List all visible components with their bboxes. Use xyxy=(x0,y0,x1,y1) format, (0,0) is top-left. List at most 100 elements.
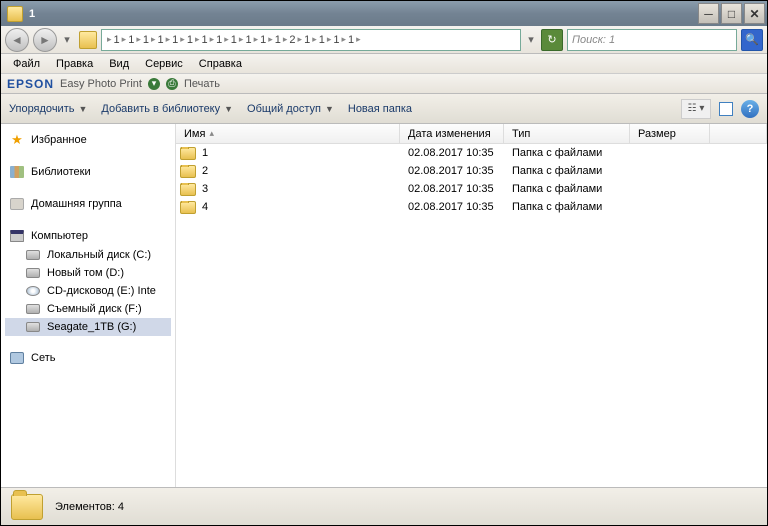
chevron-down-icon: ▼ xyxy=(325,104,334,114)
chevron-right-icon[interactable]: ▸ xyxy=(180,34,185,45)
sidebar-drive[interactable]: Локальный диск (C:) xyxy=(5,246,171,264)
chevron-right-icon[interactable]: ▸ xyxy=(122,34,127,45)
chevron-right-icon[interactable]: ▸ xyxy=(268,34,273,45)
print-icon[interactable]: ⎙ xyxy=(166,78,178,90)
favorites-label: Избранное xyxy=(31,134,87,146)
breadcrumb-segment[interactable]: 1 xyxy=(201,34,207,46)
library-label: Добавить в библиотеку xyxy=(101,103,220,115)
breadcrumb-segment[interactable]: 1 xyxy=(260,34,266,46)
column-date[interactable]: Дата изменения xyxy=(400,124,504,143)
content-pane: Имя ▴ Дата изменения Тип Размер 102.08.2… xyxy=(176,124,767,487)
forward-button[interactable]: ► xyxy=(33,28,57,52)
sidebar-drive[interactable]: Съемный диск (F:) xyxy=(5,300,171,318)
chevron-right-icon[interactable]: ▸ xyxy=(210,34,215,45)
file-row[interactable]: 402.08.2017 10:35Папка с файлами xyxy=(176,198,767,216)
share-button[interactable]: Общий доступ ▼ xyxy=(247,103,334,115)
sidebar-network[interactable]: Сеть xyxy=(5,348,171,368)
chevron-right-icon[interactable]: ▸ xyxy=(327,34,332,45)
chevron-right-icon[interactable]: ▸ xyxy=(151,34,156,45)
search-button[interactable]: 🔍 xyxy=(741,29,763,51)
address-dropdown[interactable]: ▾ xyxy=(525,28,537,52)
epson-app-label: Easy Photo Print xyxy=(60,78,142,90)
breadcrumb-segment[interactable]: 1 xyxy=(158,34,164,46)
history-dropdown[interactable]: ▾ xyxy=(61,28,73,52)
menu-файл[interactable]: Файл xyxy=(5,56,48,72)
minimize-button[interactable]: ─ xyxy=(698,3,719,24)
file-name: 3 xyxy=(202,183,208,195)
chevron-right-icon[interactable]: ▸ xyxy=(166,34,171,45)
maximize-button[interactable]: □ xyxy=(721,3,742,24)
menu-вид[interactable]: Вид xyxy=(101,56,137,72)
breadcrumb-segment[interactable]: 1 xyxy=(128,34,134,46)
network-icon xyxy=(9,351,25,365)
add-to-library-button[interactable]: Добавить в библиотеку ▼ xyxy=(101,103,233,115)
breadcrumb-segment[interactable]: 1 xyxy=(275,34,281,46)
refresh-button[interactable]: ↻ xyxy=(541,29,563,51)
column-size[interactable]: Размер xyxy=(630,124,710,143)
file-row[interactable]: 102.08.2017 10:35Папка с файлами xyxy=(176,144,767,162)
col-size-label: Размер xyxy=(638,128,676,140)
close-button[interactable]: ✕ xyxy=(744,3,765,24)
chevron-right-icon[interactable]: ▸ xyxy=(224,34,229,45)
breadcrumb-segment[interactable]: 1 xyxy=(333,34,339,46)
breadcrumb-segment[interactable]: 1 xyxy=(231,34,237,46)
column-headers: Имя ▴ Дата изменения Тип Размер xyxy=(176,124,767,144)
sidebar-libraries[interactable]: Библиотеки xyxy=(5,162,171,182)
breadcrumb-segment[interactable]: 1 xyxy=(245,34,251,46)
libraries-icon xyxy=(9,165,25,179)
chevron-right-icon[interactable]: ▸ xyxy=(239,34,244,45)
chevron-right-icon[interactable]: ▸ xyxy=(107,34,112,45)
chevron-right-icon[interactable]: ▸ xyxy=(298,34,303,45)
menu-правка[interactable]: Правка xyxy=(48,56,101,72)
file-date: 02.08.2017 10:35 xyxy=(400,201,504,213)
chevron-right-icon[interactable]: ▸ xyxy=(356,34,361,45)
file-row[interactable]: 302.08.2017 10:35Папка с файлами xyxy=(176,180,767,198)
epson-dropdown-icon[interactable]: ▾ xyxy=(148,78,160,90)
view-mode-button[interactable]: ☷ ▾ xyxy=(681,99,711,119)
breadcrumb-segment[interactable]: 1 xyxy=(172,34,178,46)
chevron-right-icon[interactable]: ▸ xyxy=(283,34,288,45)
breadcrumb-segment[interactable]: 1 xyxy=(114,34,120,46)
help-button[interactable]: ? xyxy=(741,100,759,118)
sidebar-drive[interactable]: Новый том (D:) xyxy=(5,264,171,282)
breadcrumb-segment[interactable]: 1 xyxy=(348,34,354,46)
menu-сервис[interactable]: Сервис xyxy=(137,56,191,72)
file-type: Папка с файлами xyxy=(504,201,630,213)
epson-logo: EPSON xyxy=(7,77,54,91)
chevron-right-icon[interactable]: ▸ xyxy=(342,34,347,45)
file-row[interactable]: 202.08.2017 10:35Папка с файлами xyxy=(176,162,767,180)
file-list[interactable]: 102.08.2017 10:35Папка с файлами202.08.2… xyxy=(176,144,767,487)
column-name[interactable]: Имя ▴ xyxy=(176,124,400,143)
sidebar-computer[interactable]: Компьютер xyxy=(5,226,171,246)
computer-label: Компьютер xyxy=(31,230,88,242)
new-folder-button[interactable]: Новая папка xyxy=(348,103,412,115)
breadcrumb-segment[interactable]: 1 xyxy=(187,34,193,46)
column-extra[interactable] xyxy=(710,124,767,143)
organize-button[interactable]: Упорядочить ▼ xyxy=(9,103,87,115)
back-button[interactable]: ◄ xyxy=(5,28,29,52)
folder-icon xyxy=(180,183,196,196)
file-date: 02.08.2017 10:35 xyxy=(400,147,504,159)
chevron-right-icon[interactable]: ▸ xyxy=(136,34,141,45)
sidebar-drive[interactable]: Seagate_1TB (G:) xyxy=(5,318,171,336)
preview-pane-button[interactable] xyxy=(719,102,733,116)
search-placeholder: Поиск: 1 xyxy=(572,34,732,46)
address-bar[interactable]: ▸1▸1▸1▸1▸1▸1▸1▸1▸1▸1▸1▸1▸2▸1▸1▸1▸1▸ xyxy=(101,29,521,51)
sidebar-homegroup[interactable]: Домашняя группа xyxy=(5,194,171,214)
epson-print-label[interactable]: Печать xyxy=(184,78,220,90)
breadcrumb-segment[interactable]: 1 xyxy=(216,34,222,46)
chevron-right-icon[interactable]: ▸ xyxy=(254,34,259,45)
chevron-right-icon[interactable]: ▸ xyxy=(195,34,200,45)
chevron-right-icon[interactable]: ▸ xyxy=(312,34,317,45)
menu-справка[interactable]: Справка xyxy=(191,56,250,72)
sidebar-drive[interactable]: CD-дисковод (E:) Inte xyxy=(5,282,171,300)
column-type[interactable]: Тип xyxy=(504,124,630,143)
breadcrumb-segment[interactable]: 2 xyxy=(289,34,295,46)
file-type: Папка с файлами xyxy=(504,147,630,159)
sidebar-favorites[interactable]: ★ Избранное xyxy=(5,130,171,150)
breadcrumb-segment[interactable]: 1 xyxy=(143,34,149,46)
breadcrumb-segment[interactable]: 1 xyxy=(319,34,325,46)
search-input[interactable]: Поиск: 1 xyxy=(567,29,737,51)
breadcrumb-segment[interactable]: 1 xyxy=(304,34,310,46)
share-label: Общий доступ xyxy=(247,103,321,115)
